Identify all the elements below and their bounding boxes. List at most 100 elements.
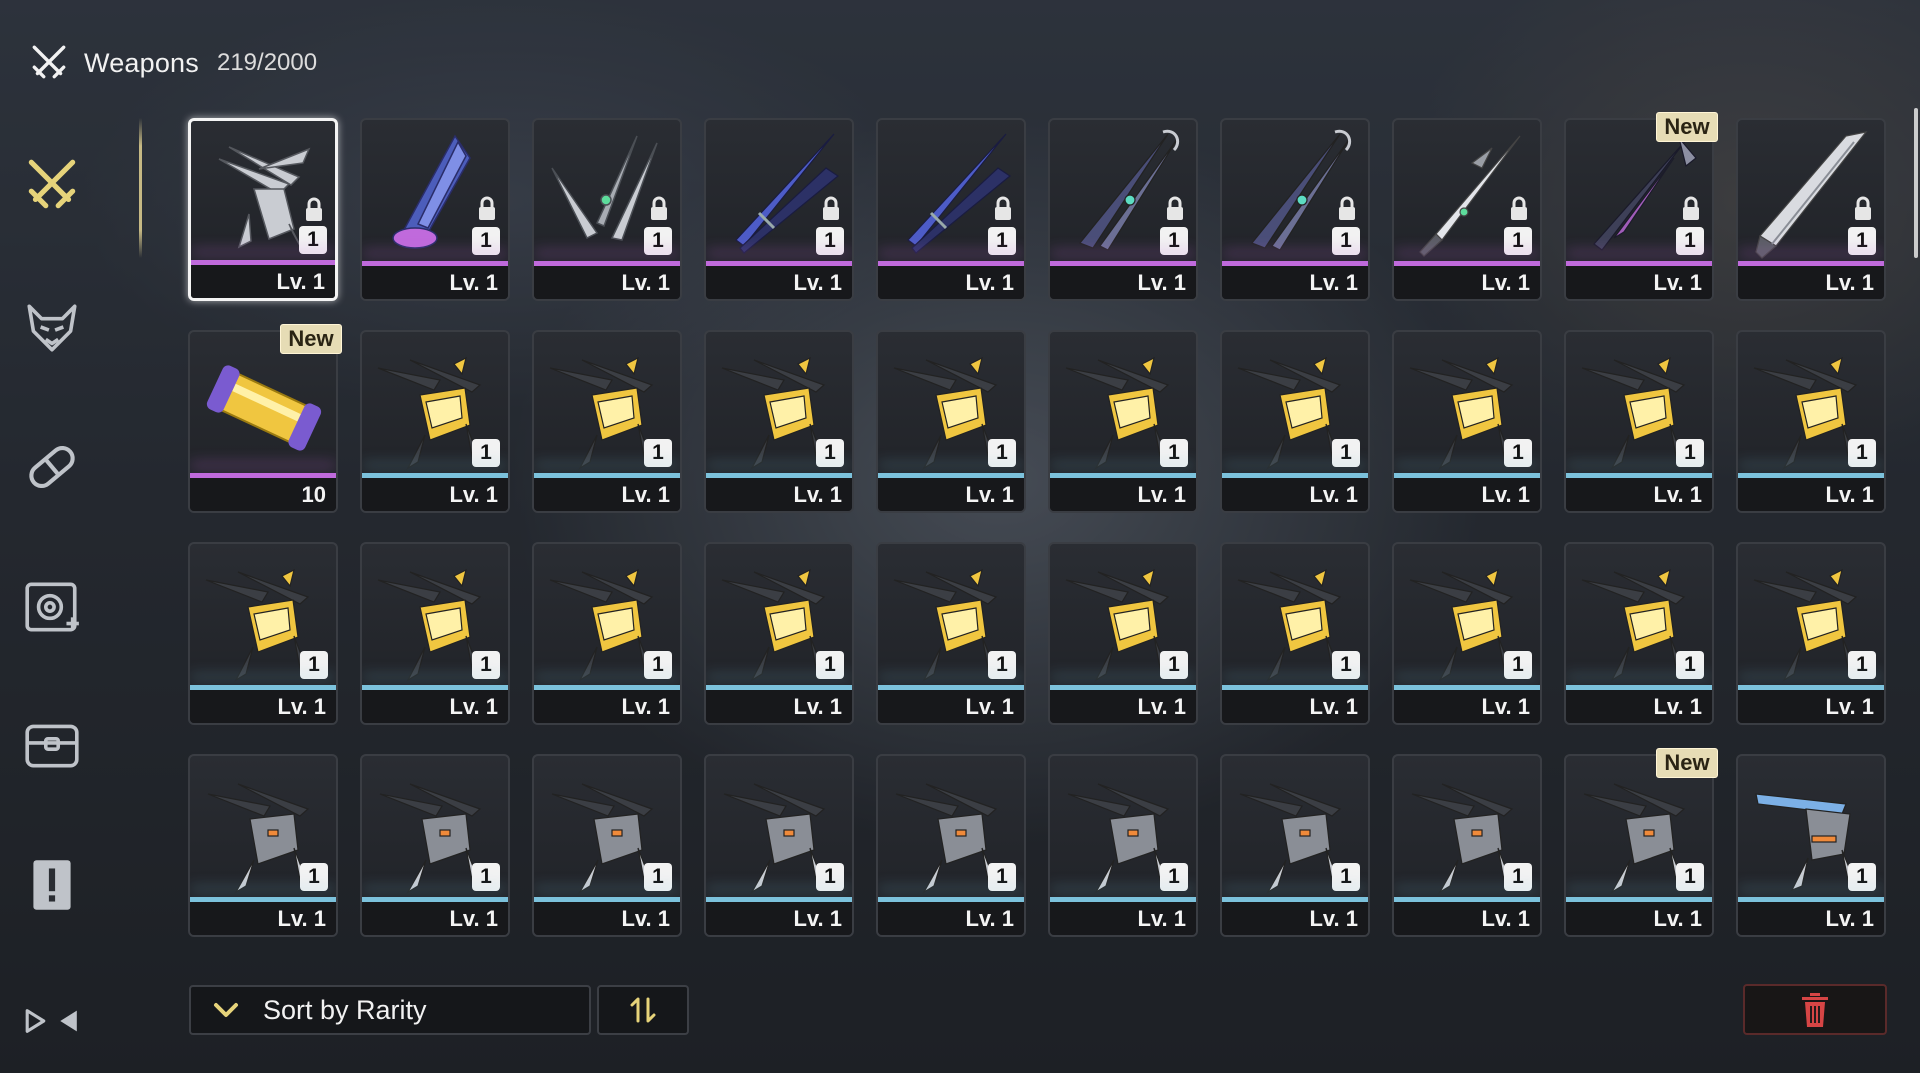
sort-order-button[interactable]: [597, 985, 689, 1035]
lock-icon: [992, 196, 1014, 222]
inventory-item[interactable]: 1 Lv. 1: [1392, 542, 1542, 725]
item-level: Lv. 1: [362, 902, 508, 935]
item-level: Lv. 1: [878, 902, 1024, 935]
inventory-item[interactable]: 1 Lv. 1: [876, 542, 1026, 725]
new-badge: New: [280, 324, 342, 354]
inventory-item[interactable]: 10: [188, 330, 338, 513]
inventory-item[interactable]: 1 Lv. 1: [876, 118, 1026, 301]
item-level: Lv. 1: [1738, 478, 1884, 511]
inventory-item[interactable]: 1 Lv. 1: [1048, 542, 1198, 725]
inventory-item[interactable]: 1 Lv. 1: [1048, 118, 1198, 301]
refinement-rank-badge: 1: [1332, 227, 1360, 255]
scrollbar[interactable]: [1914, 108, 1918, 258]
inventory-item[interactable]: 1 Lv. 1: [1048, 330, 1198, 513]
sidebar-item-weapons[interactable]: [15, 148, 89, 222]
refinement-rank-badge: 1: [1504, 227, 1532, 255]
refinement-rank-badge: 1: [472, 651, 500, 679]
inventory-item[interactable]: 1 Lv. 1: [1736, 542, 1886, 725]
inventory-item[interactable]: 1 Lv. 1: [532, 330, 682, 513]
inventory-item[interactable]: 1 Lv. 1: [1220, 542, 1370, 725]
refinement-rank-badge: 1: [644, 227, 672, 255]
delete-button[interactable]: [1743, 984, 1887, 1035]
item-level: Lv. 1: [362, 266, 508, 299]
item-level: Lv. 1: [1566, 902, 1712, 935]
inventory-item[interactable]: 1 Lv. 1: [188, 754, 338, 937]
inventory-item[interactable]: 1 Lv. 1: [360, 330, 510, 513]
refinement-rank-badge: 1: [1848, 439, 1876, 467]
inventory-item[interactable]: 1 Lv. 1: [704, 118, 854, 301]
item-level: Lv. 1: [191, 265, 335, 298]
item-level: Lv. 1: [534, 690, 680, 723]
inventory-item[interactable]: 1 Lv. 1: [1564, 754, 1714, 937]
refinement-rank-badge: 1: [1504, 651, 1532, 679]
item-level: Lv. 1: [878, 266, 1024, 299]
refinement-rank-badge: 1: [1848, 863, 1876, 891]
item-level: 10: [190, 478, 336, 511]
inventory-item[interactable]: 1 Lv. 1: [704, 754, 854, 937]
sidebar-item-special[interactable]: [15, 984, 89, 1058]
item-level: Lv. 1: [1222, 902, 1368, 935]
inventory-item[interactable]: 1 Lv. 1: [360, 754, 510, 937]
lock-icon: [1164, 196, 1186, 222]
inventory-item[interactable]: 1 Lv. 1: [876, 754, 1026, 937]
capsule-icon: [29, 445, 75, 489]
inventory-item[interactable]: 1 Lv. 1: [532, 754, 682, 937]
item-level: Lv. 1: [534, 902, 680, 935]
inventory-item[interactable]: 1 Lv. 1: [876, 330, 1026, 513]
item-level: Lv. 1: [706, 902, 852, 935]
refinement-rank-badge: 1: [644, 863, 672, 891]
inventory-item[interactable]: 1 Lv. 1: [704, 542, 854, 725]
refinement-rank-badge: 1: [300, 863, 328, 891]
item-level: Lv. 1: [1566, 478, 1712, 511]
inventory-item[interactable]: 1 Lv. 1: [704, 330, 854, 513]
refinement-rank-badge: 1: [299, 226, 327, 254]
sidebar-item-quest[interactable]: [15, 848, 89, 922]
inventory-item[interactable]: 1 Lv. 1: [1048, 754, 1198, 937]
sort-label: Sort by Rarity: [263, 994, 427, 1025]
sort-dropdown[interactable]: Sort by Rarity: [189, 985, 591, 1035]
inventory-item[interactable]: 1 Lv. 1: [532, 542, 682, 725]
refinement-rank-badge: 1: [472, 227, 500, 255]
inventory-item[interactable]: 1 Lv. 1: [1564, 118, 1714, 301]
refinement-rank-badge: 1: [1504, 439, 1532, 467]
inventory-grid: 1 Lv. 1 1 Lv. 1 1 Lv. 1 1 Lv. 1 1 Lv. 1 1 Lv. …: [188, 118, 1886, 937]
inventory-item[interactable]: 1 Lv. 1: [188, 542, 338, 725]
inventory-item[interactable]: 1 Lv. 1: [360, 542, 510, 725]
refinement-rank-badge: 1: [816, 651, 844, 679]
refinement-rank-badge: 1: [472, 439, 500, 467]
gear-plus-icon: [25, 582, 79, 632]
refinement-rank-badge: 1: [1160, 651, 1188, 679]
item-level: Lv. 1: [1394, 478, 1540, 511]
inventory-item[interactable]: 1 Lv. 1: [532, 118, 682, 301]
inventory-item[interactable]: 1 Lv. 1: [1736, 118, 1886, 301]
inventory-item[interactable]: 1 Lv. 1: [1392, 118, 1542, 301]
inventory-item[interactable]: 1 Lv. 1: [1564, 542, 1714, 725]
sidebar-item-consumables[interactable]: [15, 430, 89, 504]
sidebar-item-resources[interactable]: [15, 708, 89, 782]
sidebar-item-materials[interactable]: [15, 570, 89, 644]
item-level: Lv. 1: [1394, 266, 1540, 299]
inventory-item[interactable]: 1 Lv. 1: [1392, 330, 1542, 513]
refinement-rank-badge: 1: [988, 863, 1016, 891]
inventory-item[interactable]: 1 Lv. 1: [1736, 330, 1886, 513]
inventory-item[interactable]: 1 Lv. 1: [1392, 754, 1542, 937]
inventory-item[interactable]: 1 Lv. 1: [1220, 754, 1370, 937]
item-level: Lv. 1: [1050, 902, 1196, 935]
refinement-rank-badge: 1: [1332, 651, 1360, 679]
lock-icon: [1508, 196, 1530, 222]
inventory-item[interactable]: 1 Lv. 1: [1220, 118, 1370, 301]
item-level: Lv. 1: [1738, 690, 1884, 723]
refinement-rank-badge: 1: [1332, 863, 1360, 891]
lock-icon: [1336, 196, 1358, 222]
inventory-item[interactable]: 1 Lv. 1: [1736, 754, 1886, 937]
inventory-item[interactable]: 1 Lv. 1: [1220, 330, 1370, 513]
chest-icon: [25, 724, 79, 768]
refinement-rank-badge: 1: [988, 439, 1016, 467]
sidebar-item-echoes[interactable]: [15, 290, 89, 364]
item-level: Lv. 1: [1050, 478, 1196, 511]
item-level: Lv. 1: [362, 478, 508, 511]
item-level: Lv. 1: [706, 690, 852, 723]
inventory-item[interactable]: 1 Lv. 1: [188, 118, 338, 301]
inventory-item[interactable]: 1 Lv. 1: [360, 118, 510, 301]
inventory-item[interactable]: 1 Lv. 1: [1564, 330, 1714, 513]
